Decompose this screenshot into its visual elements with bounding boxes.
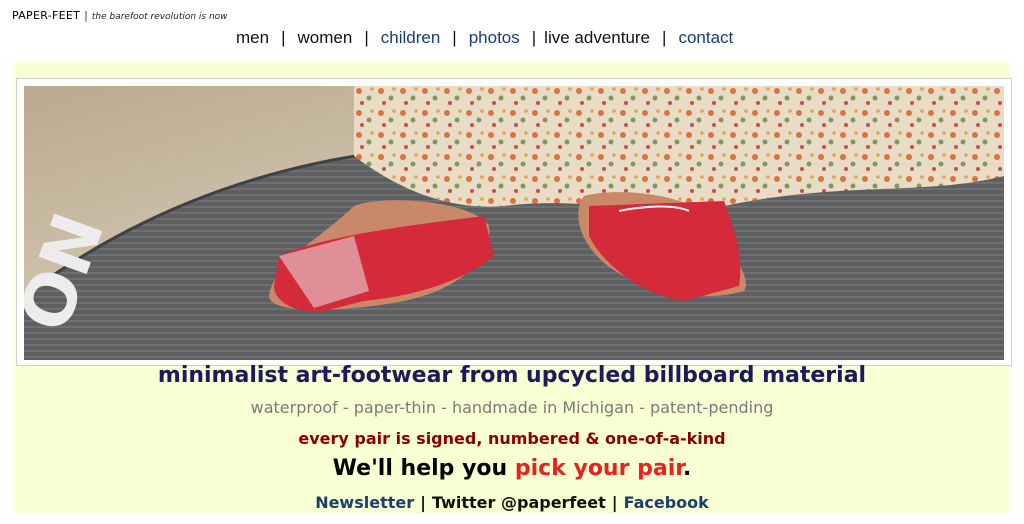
headline: minimalist art-footwear from upcycled bi… bbox=[157, 363, 867, 388]
hero-photo: ON bbox=[24, 86, 1004, 360]
main-nav: men | women | children | photos | live adventure… bbox=[236, 27, 733, 49]
help-line: We'll help you pick your pair. bbox=[0, 455, 1024, 483]
help-prefix: We'll help you bbox=[332, 456, 515, 481]
help-suffix: . bbox=[682, 456, 692, 481]
social-links: Newsletter | Twitter @paperfeet | Facebook bbox=[0, 493, 1024, 513]
pick-your-pair-link[interactable]: pick your pair bbox=[515, 456, 683, 481]
nav-separator: | bbox=[364, 28, 369, 47]
nav-separator: | bbox=[662, 28, 667, 47]
nav-separator: | bbox=[531, 28, 537, 47]
nav-separator: | bbox=[281, 28, 286, 47]
nav-item-men[interactable]: men bbox=[236, 28, 269, 47]
hero-photo-illustration: ON bbox=[24, 86, 1004, 360]
newsletter-link[interactable]: Newsletter bbox=[315, 493, 414, 512]
nav-item-photos[interactable]: photos bbox=[469, 28, 520, 47]
brand-tagline: the barefoot revolution is now bbox=[91, 12, 228, 22]
brand-separator: | bbox=[84, 9, 88, 22]
twitter-link[interactable]: Twitter @paperfeet bbox=[432, 493, 606, 512]
brand-name[interactable]: PAPER-FEET bbox=[12, 9, 80, 22]
nav-item-women[interactable]: women bbox=[298, 28, 353, 47]
link-separator: | bbox=[420, 493, 426, 512]
signed-line: every pair is signed, numbered & one-of-… bbox=[298, 429, 726, 448]
nav-item-children[interactable]: children bbox=[381, 28, 441, 47]
nav-item-contact[interactable]: contact bbox=[678, 28, 733, 47]
brand-header: PAPER-FEET | the barefoot revolution is no… bbox=[12, 9, 228, 22]
nav-item-live-adventure[interactable]: live adventure bbox=[544, 28, 650, 47]
facebook-link[interactable]: Facebook bbox=[624, 493, 709, 512]
nav-separator: | bbox=[452, 28, 457, 47]
link-separator: | bbox=[611, 493, 618, 512]
feature-line: waterproof - paper-thin - handmade in Mi… bbox=[250, 398, 774, 417]
